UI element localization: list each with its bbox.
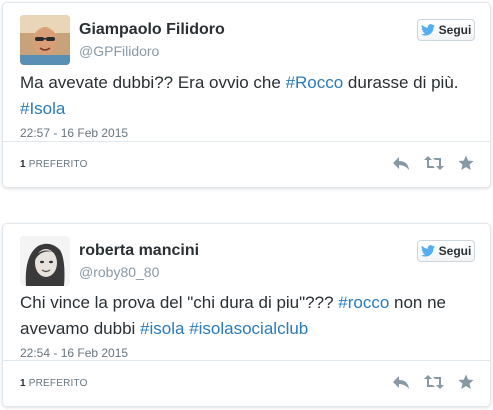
tweet-text: Chi vince la prova del "chi dura di piu"… — [20, 290, 476, 342]
twitter-bird-icon — [420, 245, 435, 257]
favorites-label: PREFERITO — [28, 378, 88, 389]
tweet-text-segment: durasse di più. — [343, 73, 459, 92]
display-name[interactable]: Giampaolo Filidoro — [79, 21, 225, 39]
tweet-text-segment: Ma avevate dubbi?? Era ovvio che — [20, 73, 286, 92]
screen-name[interactable]: @GPFilidoro — [79, 43, 159, 59]
favorites-label: PREFERITO — [28, 159, 88, 170]
hashtag-link[interactable]: #isola — [140, 319, 184, 338]
follow-button-label: Segui — [438, 23, 472, 37]
twitter-bird-icon — [420, 24, 435, 36]
screen-name[interactable]: @roby80_80 — [79, 264, 159, 280]
display-name[interactable]: roberta mancini — [79, 242, 199, 260]
favorites-count[interactable]: 1 PREFERITO — [20, 159, 88, 170]
tweet-actions — [392, 374, 474, 390]
star-icon[interactable] — [458, 374, 474, 390]
retweet-icon[interactable] — [424, 155, 444, 171]
hashtag-link[interactable]: #rocco — [338, 293, 389, 312]
hashtag-link[interactable]: #isolasocialclub — [189, 319, 308, 338]
favorites-number: 1 — [20, 378, 26, 389]
avatar[interactable] — [20, 15, 70, 65]
tweet-footer: 1 PREFERITO — [3, 360, 490, 406]
avatar[interactable] — [20, 236, 70, 286]
follow-button-label: Segui — [438, 244, 472, 258]
follow-button[interactable]: Segui — [417, 240, 475, 262]
tweet-timestamp[interactable]: 22:57 - 16 Feb 2015 — [20, 126, 128, 140]
follow-button[interactable]: Segui — [417, 19, 475, 41]
tweet-footer: 1 PREFERITO — [3, 141, 490, 187]
tweet-header: roberta mancini @roby80_80 Segui — [3, 224, 490, 286]
tweet-timestamp[interactable]: 22:54 - 16 Feb 2015 — [20, 346, 128, 360]
tweet-text: Ma avevate dubbi?? Era ovvio che #Rocco … — [20, 70, 476, 122]
retweet-icon[interactable] — [424, 374, 444, 390]
reply-icon[interactable] — [392, 155, 410, 171]
favorites-number: 1 — [20, 159, 26, 170]
favorites-count[interactable]: 1 PREFERITO — [20, 378, 88, 389]
tweet-card: Giampaolo Filidoro @GPFilidoro Segui Ma … — [2, 2, 491, 188]
reply-icon[interactable] — [392, 374, 410, 390]
hashtag-link[interactable]: #Rocco — [286, 73, 344, 92]
tweet-card: roberta mancini @roby80_80 Segui Chi vin… — [2, 223, 491, 407]
tweet-actions — [392, 155, 474, 171]
hashtag-link[interactable]: #Isola — [20, 99, 65, 118]
star-icon[interactable] — [458, 155, 474, 171]
tweet-header: Giampaolo Filidoro @GPFilidoro Segui — [3, 3, 490, 65]
tweet-text-segment: Chi vince la prova del "chi dura di piu"… — [20, 293, 339, 312]
